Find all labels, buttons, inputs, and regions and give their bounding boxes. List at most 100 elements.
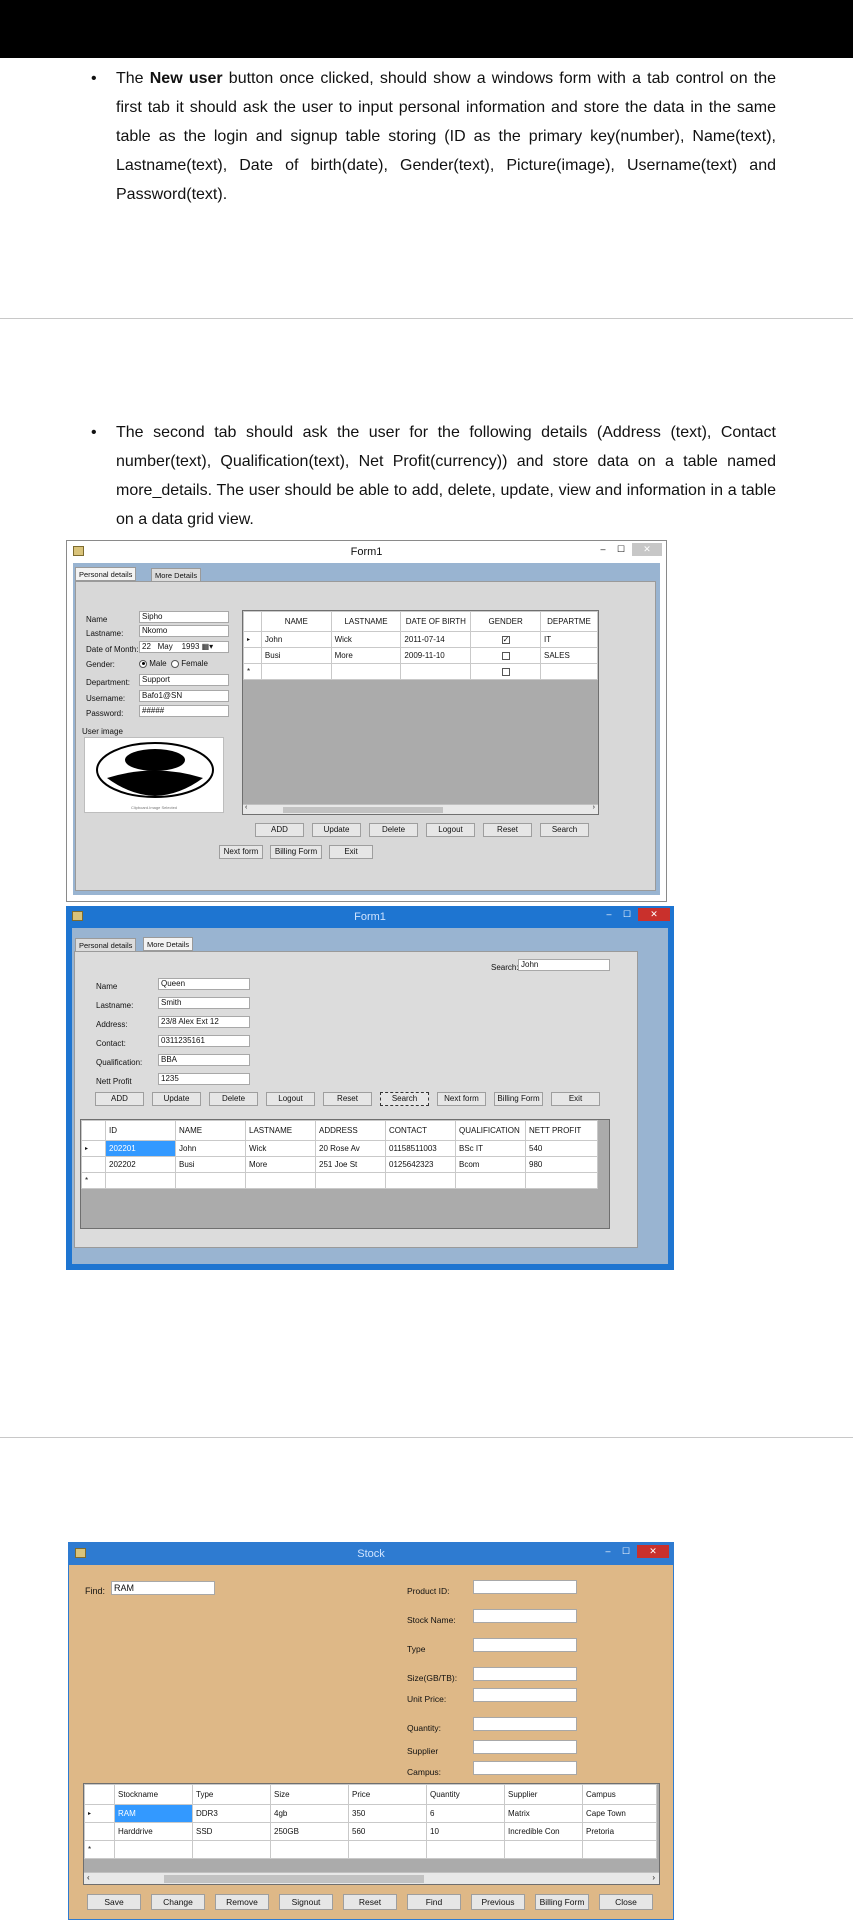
update-button[interactable]: Update xyxy=(152,1092,201,1106)
scroll-left-icon[interactable]: ‹ xyxy=(87,1873,90,1882)
billing-form-button[interactable]: Billing Form xyxy=(494,1092,543,1106)
billing-form-button[interactable]: Billing Form xyxy=(535,1894,589,1910)
table-row[interactable]: ▸ John Wick 2011-07-14 ✓ IT xyxy=(243,631,598,648)
close-icon[interactable]: ✕ xyxy=(638,908,670,921)
grid-header[interactable]: LASTNAME xyxy=(330,611,402,632)
update-button[interactable]: Update xyxy=(312,823,361,837)
add-button[interactable]: ADD xyxy=(255,823,304,837)
department-input[interactable]: Support xyxy=(139,674,229,686)
grid-cell[interactable]: BSc IT xyxy=(455,1140,526,1157)
next-form-button[interactable]: Next form xyxy=(219,845,263,859)
table-row[interactable]: ▸ RAM DDR3 4gb 350 6 Matrix Cape Town xyxy=(84,1804,657,1823)
horizontal-scrollbar[interactable]: ‹ › xyxy=(243,804,598,814)
grid-cell[interactable]: More xyxy=(245,1156,316,1173)
exit-button[interactable]: Exit xyxy=(551,1092,600,1106)
grid-cell[interactable]: 10 xyxy=(426,1822,505,1841)
grid-cell[interactable]: 250GB xyxy=(270,1822,349,1841)
minimize-icon[interactable]: – xyxy=(596,543,610,556)
grid-cell[interactable]: John xyxy=(175,1140,246,1157)
grid-cell[interactable]: 0125642323 xyxy=(385,1156,456,1173)
quantity-input[interactable] xyxy=(473,1717,577,1731)
grid-cell[interactable]: Wick xyxy=(330,631,402,648)
grid-cell[interactable]: Matrix xyxy=(504,1804,583,1823)
table-row-new[interactable]: * xyxy=(84,1840,657,1859)
grid-header[interactable]: GENDER xyxy=(470,611,541,632)
search-button[interactable]: Search xyxy=(380,1092,429,1106)
grid-header[interactable]: ADDRESS xyxy=(315,1120,386,1141)
find-button[interactable]: Find xyxy=(407,1894,461,1910)
maximize-icon[interactable]: ☐ xyxy=(619,1545,633,1558)
delete-button[interactable]: Delete xyxy=(209,1092,258,1106)
personal-data-grid[interactable]: NAME LASTNAME DATE OF BIRTH GENDER DEPAR… xyxy=(242,610,599,815)
password-input[interactable]: ##### xyxy=(139,705,229,717)
grid-cell[interactable]: 980 xyxy=(525,1156,598,1173)
scroll-right-icon[interactable]: › xyxy=(652,1873,655,1882)
search-input[interactable]: John xyxy=(518,959,610,971)
calendar-icon[interactable]: ▦▾ xyxy=(202,642,214,651)
name-input[interactable]: Sipho xyxy=(139,611,229,623)
netprofit-input[interactable]: 1235 xyxy=(158,1073,250,1085)
reset-button[interactable]: Reset xyxy=(483,823,532,837)
grid-header[interactable]: ID xyxy=(105,1120,176,1141)
grid-header[interactable]: QUALIFICATION xyxy=(455,1120,526,1141)
delete-button[interactable]: Delete xyxy=(369,823,418,837)
grid-cell[interactable]: Incredible Con xyxy=(504,1822,583,1841)
minimize-icon[interactable]: – xyxy=(602,908,616,921)
grid-header[interactable]: Type xyxy=(192,1784,271,1805)
tab-more-details[interactable]: More Details xyxy=(151,568,202,582)
grid-cell[interactable]: SSD xyxy=(192,1822,271,1841)
grid-cell[interactable]: More xyxy=(330,647,402,664)
type-input[interactable] xyxy=(473,1638,577,1652)
close-button[interactable]: Close xyxy=(599,1894,653,1910)
scrollbar-thumb[interactable] xyxy=(283,807,443,813)
stock-name-input[interactable] xyxy=(473,1609,577,1623)
checked-checkbox-icon[interactable]: ✓ xyxy=(501,635,510,644)
contact-input[interactable]: 0311235161 xyxy=(158,1035,250,1047)
save-button[interactable]: Save xyxy=(87,1894,141,1910)
grid-cell[interactable]: 251 Joe St xyxy=(315,1156,386,1173)
add-button[interactable]: ADD xyxy=(95,1092,144,1106)
grid-cell[interactable]: John xyxy=(260,631,332,648)
scrollbar-thumb[interactable] xyxy=(164,1875,424,1883)
grid-header[interactable]: Campus xyxy=(582,1784,657,1805)
grid-cell[interactable]: 2009-11-10 xyxy=(400,647,472,664)
remove-button[interactable]: Remove xyxy=(215,1894,269,1910)
grid-header[interactable]: NETT PROFIT xyxy=(525,1120,598,1141)
table-row[interactable]: Busi More 2009-11-10 SALES xyxy=(243,647,598,664)
checkbox-icon[interactable] xyxy=(501,651,510,660)
find-input[interactable]: RAM xyxy=(111,1581,215,1595)
grid-cell[interactable] xyxy=(470,647,541,664)
previous-button[interactable]: Previous xyxy=(471,1894,525,1910)
grid-cell[interactable]: Bcom xyxy=(455,1156,526,1173)
grid-cell[interactable]: 4gb xyxy=(270,1804,349,1823)
maximize-icon[interactable]: ☐ xyxy=(620,908,634,921)
grid-header[interactable]: NAME xyxy=(260,611,332,632)
next-form-button[interactable]: Next form xyxy=(437,1092,486,1106)
grid-cell[interactable]: Wick xyxy=(245,1140,316,1157)
grid-cell[interactable]: Pretoria xyxy=(582,1822,657,1841)
qualification-input[interactable]: BBA xyxy=(158,1054,250,1066)
signout-button[interactable]: Signout xyxy=(279,1894,333,1910)
grid-cell[interactable]: 560 xyxy=(348,1822,427,1841)
close-icon[interactable]: ✕ xyxy=(632,543,662,556)
tab-personal-details[interactable]: Personal details xyxy=(75,567,137,581)
grid-cell[interactable]: 540 xyxy=(525,1140,598,1157)
grid-header[interactable]: CONTACT xyxy=(385,1120,456,1141)
grid-cell[interactable]: DDR3 xyxy=(192,1804,271,1823)
grid-cell[interactable]: 20 Rose Av xyxy=(315,1140,386,1157)
grid-header[interactable]: DEPARTME xyxy=(540,611,598,632)
grid-header[interactable]: LASTNAME xyxy=(245,1120,316,1141)
product-id-input[interactable] xyxy=(473,1580,577,1594)
checkbox-icon[interactable] xyxy=(501,667,510,676)
female-radio[interactable] xyxy=(171,659,180,668)
scroll-left-icon[interactable]: ‹ xyxy=(245,804,247,811)
change-button[interactable]: Change xyxy=(151,1894,205,1910)
lastname-input[interactable]: Smith xyxy=(158,997,250,1009)
grid-cell[interactable]: 202202 xyxy=(105,1156,176,1173)
logout-button[interactable]: Logout xyxy=(426,823,475,837)
logout-button[interactable]: Logout xyxy=(266,1092,315,1106)
reset-button[interactable]: Reset xyxy=(323,1092,372,1106)
grid-header[interactable]: Price xyxy=(348,1784,427,1805)
minimize-icon[interactable]: – xyxy=(601,1545,615,1558)
grid-cell[interactable]: Harddrive xyxy=(114,1822,193,1841)
